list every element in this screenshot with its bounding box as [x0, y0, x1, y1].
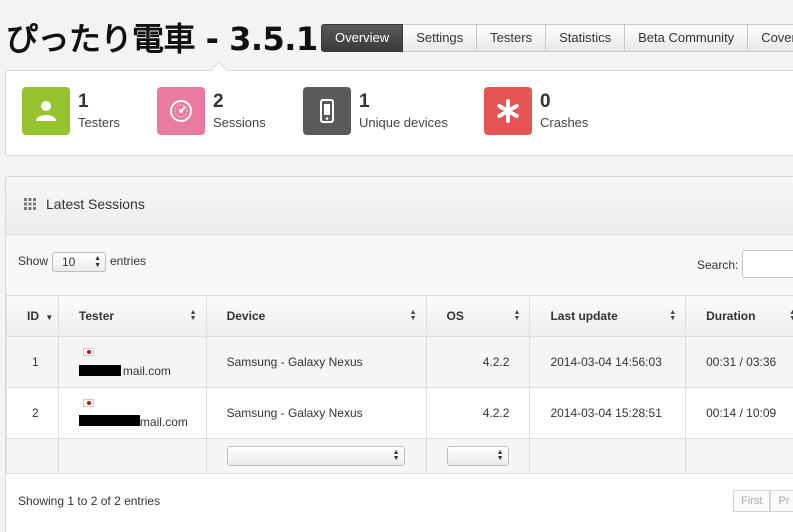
cell-tester[interactable]: mail.com: [57, 336, 207, 388]
stat-value: 0: [540, 91, 551, 112]
search-label: Search:: [697, 258, 739, 272]
filter-cell-device: ▲ ▼: [205, 438, 427, 474]
sort-icon: ▲▼: [513, 309, 521, 322]
cell-id: 1: [6, 336, 59, 388]
cell-duration: 00:14 / 10:09: [685, 387, 793, 439]
stat-label: Sessions: [213, 115, 266, 130]
sort-icon: ▲▼: [669, 309, 677, 322]
column-label: Duration: [706, 309, 756, 323]
cell-device: Samsung - Galaxy Nexus: [205, 336, 427, 388]
cell-os: 4.2.2: [425, 387, 531, 439]
updown-arrows-icon: ▲ ▼: [392, 449, 400, 462]
stat-label: Unique devices: [359, 115, 448, 130]
column-header-tester[interactable]: Tester ▲ ▼: [57, 295, 207, 337]
cell-tester[interactable]: mail.com: [57, 387, 207, 439]
panel-header: Latest Sessions: [6, 177, 793, 235]
filter-cell-empty: [529, 438, 687, 474]
table-info: Showing 1 to 2 of 2 entries: [18, 494, 161, 508]
page-length-value: 10: [62, 255, 76, 269]
previous-page-button[interactable]: Pr: [770, 490, 793, 512]
column-header-device[interactable]: Device ▲ ▼: [205, 295, 427, 337]
tab-beta-community[interactable]: Beta Community: [625, 24, 749, 52]
filter-row: ▲ ▼ ▲ ▼: [6, 438, 793, 474]
sort-desc-icon: ▼: [45, 313, 54, 322]
latest-sessions-panel: Latest Sessions Show 10 ▲ ▼ entries Searc…: [5, 176, 793, 532]
gauge-icon: [157, 87, 205, 135]
sort-icon: ▲▼: [409, 309, 417, 322]
tab-statistics[interactable]: Statistics: [546, 24, 626, 52]
stat-label: Crashes: [540, 115, 589, 130]
stat-value: 1: [359, 91, 370, 112]
filter-cell-empty: [6, 438, 59, 474]
column-label: Device: [226, 309, 266, 323]
pagination: First Pr: [733, 490, 793, 512]
filter-cell-empty: [685, 438, 793, 474]
header: ぴったり電車 - 3.5.1 Overview Settings Testers…: [0, 0, 793, 70]
column-label: OS: [446, 309, 464, 323]
japan-flag-icon: [82, 348, 94, 356]
tab-coverage[interactable]: Coverage: [748, 24, 793, 52]
tab-overview[interactable]: Overview: [321, 24, 404, 52]
cell-last-update: 2014-03-04 15:28:51: [529, 387, 687, 439]
column-header-id[interactable]: ID ▼: [6, 295, 59, 337]
device-filter-select[interactable]: ▲ ▼: [226, 446, 405, 466]
stats-panel: 1 Testers 2 Sessions 1 Unique devices 0 …: [5, 70, 793, 156]
column-label: Tester: [78, 309, 115, 323]
table-controls: Show 10 ▲ ▼ entries Search:: [6, 235, 793, 295]
filter-cell-empty: [57, 438, 207, 474]
first-page-button[interactable]: First: [733, 490, 771, 512]
os-filter-select[interactable]: ▲ ▼: [446, 446, 509, 466]
cell-device: Samsung - Galaxy Nexus: [205, 387, 427, 439]
sort-icon: ▲▼: [189, 309, 197, 322]
tester-email-domain: mail.com: [122, 364, 171, 378]
asterisk-icon: [484, 87, 532, 135]
search-input[interactable]: [742, 250, 793, 278]
cell-last-update: 2014-03-04 14:56:03: [529, 336, 687, 388]
filter-cell-os: ▲ ▼: [425, 438, 531, 474]
cell-os: 4.2.2: [425, 336, 531, 388]
entries-label: entries: [110, 254, 147, 268]
tester-email-domain: mail.com: [139, 415, 188, 429]
tab-settings[interactable]: Settings: [403, 24, 478, 52]
stat-label: Testers: [78, 115, 120, 130]
table-header-row: ID ▼ Tester ▲ ▼ Device ▲ ▼ OS ▲ ▼ Last upda…: [6, 295, 793, 337]
stat-value: 1: [78, 91, 89, 112]
cell-id: 2: [6, 387, 59, 439]
column-label: Last update: [550, 309, 618, 323]
column-header-duration[interactable]: Duration ▲▼: [685, 295, 793, 337]
column-header-os[interactable]: OS ▲ ▼: [425, 295, 531, 337]
japan-flag-icon: [82, 399, 94, 407]
updown-arrows-icon: ▲ ▼: [496, 449, 504, 462]
updown-arrows-icon: ▲ ▼: [94, 255, 101, 269]
column-header-last-update[interactable]: Last update ▲ ▼: [529, 295, 687, 337]
phone-icon: [303, 87, 351, 135]
sessions-table: ID ▼ Tester ▲ ▼ Device ▲ ▼ OS ▲ ▼ Last upda…: [6, 295, 793, 474]
app-title: ぴったり電車 - 3.5.1: [6, 20, 318, 58]
sort-icon: ▲▼: [789, 309, 793, 322]
tab-testers[interactable]: Testers: [477, 24, 547, 52]
redaction-bar: [78, 365, 121, 376]
page-length-select[interactable]: 10 ▲ ▼: [52, 252, 106, 272]
table-row[interactable]: 1 mail.com Samsung - Galaxy Nexus 4.2.2 …: [6, 336, 793, 388]
panel-title: Latest Sessions: [46, 196, 145, 212]
show-label: Show: [18, 254, 49, 268]
nav-tabs: Overview Settings Testers Statistics Bet…: [321, 24, 793, 52]
table-row[interactable]: 2 mail.com Samsung - Galaxy Nexus 4.2.2 …: [6, 387, 793, 439]
person-icon: [22, 87, 70, 135]
cell-duration: 00:31 / 03:36: [685, 336, 793, 388]
redaction-bar: [78, 415, 140, 426]
stat-value: 2: [213, 91, 224, 112]
column-label: ID: [27, 309, 39, 323]
table-icon: [24, 198, 36, 210]
